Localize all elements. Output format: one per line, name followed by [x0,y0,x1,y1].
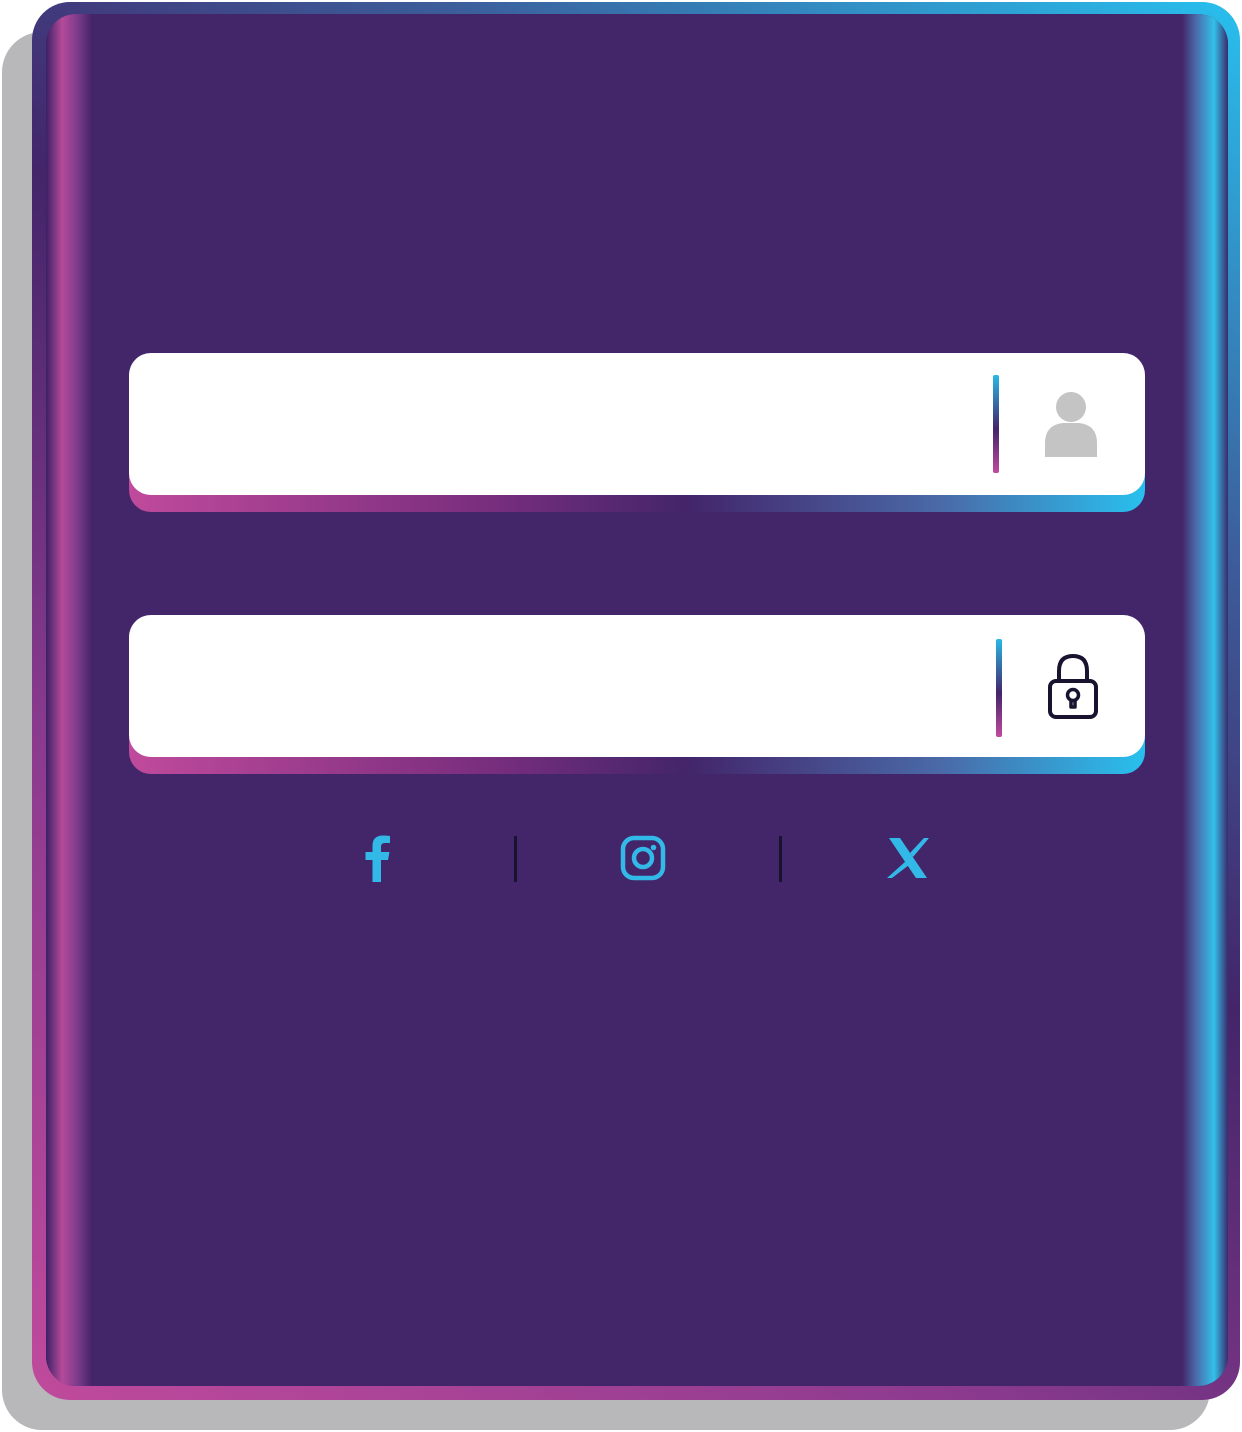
lock-icon [1043,651,1103,721]
username-field-divider [993,375,999,473]
social-separator [779,836,782,882]
instagram-icon[interactable] [615,830,671,886]
password-field-divider [996,639,1002,737]
username-field-container [129,353,1145,513]
social-links [0,830,1242,890]
password-field-container [129,615,1145,775]
login-screen [0,0,1242,1432]
facebook-icon[interactable] [350,830,406,886]
username-input[interactable] [159,383,983,465]
social-separator [514,836,517,882]
password-field[interactable] [129,615,1145,757]
x-icon[interactable] [880,830,936,886]
user-icon [1041,389,1101,459]
password-input[interactable] [159,645,983,727]
username-field[interactable] [129,353,1145,495]
